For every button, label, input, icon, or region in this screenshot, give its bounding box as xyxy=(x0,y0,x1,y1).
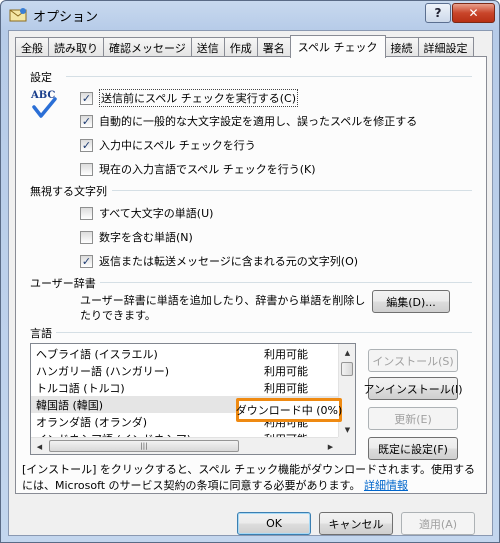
user-dictionary-divider xyxy=(100,282,472,283)
ignore-uppercase-label: すべて大文字の単語(U) xyxy=(99,207,214,220)
list-item[interactable]: トルコ語 (トルコ) 利用可能 xyxy=(31,379,339,396)
language-name: ヘブライ語 (イスラエル) xyxy=(36,347,158,361)
languages-group-label: 言語 xyxy=(30,327,52,340)
apply-button[interactable]: 適用(A) xyxy=(401,512,475,535)
ignore-divider xyxy=(112,190,472,191)
ignore-numbers-option[interactable]: 数字を含む単語(N) xyxy=(80,229,193,245)
scroll-down-icon[interactable]: ▼ xyxy=(339,421,355,438)
language-name: トルコ語 (トルコ) xyxy=(36,381,125,395)
tab-compose[interactable]: 作成 xyxy=(223,37,258,57)
horizontal-scroll-thumb[interactable]: ||| xyxy=(49,440,239,452)
tab-receipts[interactable]: 確認メッセージ xyxy=(103,37,192,57)
scroll-right-icon[interactable]: ▶ xyxy=(322,438,339,454)
scroll-up-icon[interactable]: ▲ xyxy=(339,344,355,361)
dialog-client: 全般 読み取り 確認メッセージ 送信 作成 署名 スペル チェック 接続 詳細設… xyxy=(8,30,493,536)
vertical-scrollbar[interactable]: ▲ ▼ xyxy=(338,344,355,438)
tab-connection[interactable]: 接続 xyxy=(384,37,419,57)
settings-group-label: 設定 xyxy=(30,71,52,84)
language-name: ハンガリー語 (ハンガリー) xyxy=(36,364,170,378)
language-name: オランダ語 (オランダ) xyxy=(36,415,148,429)
ok-button[interactable]: OK xyxy=(237,512,311,535)
window-title: オプション xyxy=(33,9,99,25)
ignore-uppercase-checkbox[interactable] xyxy=(80,206,93,220)
download-status-highlight: ダウンロード中 (0%) xyxy=(236,398,342,422)
title-bar: オプション ? ✕ xyxy=(1,1,499,29)
scrollbar-corner xyxy=(338,437,355,454)
language-status: 利用可能 xyxy=(264,381,308,395)
tab-spelling[interactable]: スペル チェック xyxy=(289,35,386,58)
uninstall-button[interactable]: アンインストール(I) xyxy=(363,377,463,400)
svg-text:ABC: ABC xyxy=(30,90,55,101)
ignore-group-label: 無視する文字列 xyxy=(30,185,107,198)
language-name: 韓国語 (韓国) xyxy=(36,398,104,412)
tab-signatures[interactable]: 署名 xyxy=(256,37,291,57)
scroll-left-icon[interactable]: ◀ xyxy=(31,438,48,454)
tab-advanced[interactable]: 詳細設定 xyxy=(417,37,474,57)
ignore-numbers-checkbox[interactable] xyxy=(80,230,93,244)
input-language-option[interactable]: 現在の入力言語でスペル チェックを行う(K) xyxy=(80,161,316,177)
install-button[interactable]: インストール(S) xyxy=(368,349,458,372)
horizontal-scrollbar[interactable]: ◀ ||| ▶ xyxy=(31,437,339,454)
user-dictionary-group-label: ユーザー辞書 xyxy=(30,277,96,290)
set-default-button[interactable]: 既定に設定(F) xyxy=(368,437,458,460)
check-while-typing-label: 入力中にスペル チェックを行う xyxy=(99,139,256,152)
tab-strip: 全般 読み取り 確認メッセージ 送信 作成 署名 スペル チェック 接続 詳細設… xyxy=(15,35,474,58)
update-button[interactable]: 更新(E) xyxy=(368,407,458,430)
ignore-original-text-option[interactable]: ✓ 返信または転送メッセージに含まれる元の文字列(O) xyxy=(80,253,358,269)
options-dialog: オプション ? ✕ 全般 読み取り 確認メッセージ 送信 作成 署名 スペル チ… xyxy=(0,0,500,543)
tab-general[interactable]: 全般 xyxy=(15,37,49,57)
spelling-tab-panel: 設定 ABC ✓ 送信前にスペル チェックを実行する(C) ✓ 自動的に一般的な… xyxy=(15,56,487,494)
tab-send[interactable]: 送信 xyxy=(190,37,225,57)
check-before-send-option[interactable]: ✓ 送信前にスペル チェックを実行する(C) xyxy=(80,89,298,107)
envelope-icon xyxy=(9,8,27,22)
input-language-checkbox[interactable] xyxy=(80,162,93,176)
vertical-scroll-thumb[interactable] xyxy=(341,362,353,376)
input-language-label: 現在の入力言語でスペル チェックを行う(K) xyxy=(99,163,316,176)
check-while-typing-option[interactable]: ✓ 入力中にスペル チェックを行う xyxy=(80,137,256,153)
tab-read[interactable]: 読み取り xyxy=(48,37,104,57)
install-notice: [インストール] をクリックすると、スペル チェック機能がダウンロードされます。… xyxy=(22,462,480,494)
ignore-numbers-label: 数字を含む単語(N) xyxy=(99,231,193,244)
help-button[interactable]: ? xyxy=(425,3,451,23)
more-info-link[interactable]: 詳細情報 xyxy=(364,479,408,492)
list-item[interactable]: ヘブライ語 (イスラエル) 利用可能 xyxy=(31,345,339,362)
ignore-uppercase-option[interactable]: すべて大文字の単語(U) xyxy=(80,205,213,221)
auto-correct-label: 自動的に一般的な大文字設定を適用し、誤ったスペルを修正する xyxy=(99,115,418,128)
abc-spellcheck-icon: ABC xyxy=(30,90,57,118)
ignore-original-text-checkbox[interactable]: ✓ xyxy=(80,254,93,268)
language-status: 利用可能 xyxy=(264,364,308,378)
list-item[interactable]: ハンガリー語 (ハンガリー) 利用可能 xyxy=(31,362,339,379)
auto-correct-checkbox[interactable]: ✓ xyxy=(80,114,93,128)
check-while-typing-checkbox[interactable]: ✓ xyxy=(80,138,93,152)
user-dictionary-description: ユーザー辞書に単語を追加したり、辞書から単語を削除したりできます。 xyxy=(80,294,366,322)
language-status: 利用可能 xyxy=(264,347,308,361)
check-before-send-label: 送信前にスペル チェックを実行する(C) xyxy=(99,89,298,107)
close-button[interactable]: ✕ xyxy=(452,3,495,23)
cancel-button[interactable]: キャンセル xyxy=(319,512,393,535)
ignore-original-text-label: 返信または転送メッセージに含まれる元の文字列(O) xyxy=(99,255,359,268)
auto-correct-option[interactable]: ✓ 自動的に一般的な大文字設定を適用し、誤ったスペルを修正する xyxy=(80,113,417,129)
check-before-send-checkbox[interactable]: ✓ xyxy=(80,91,93,105)
edit-dictionary-button[interactable]: 編集(D)... xyxy=(372,290,450,313)
languages-divider xyxy=(56,332,472,333)
settings-divider xyxy=(66,76,472,77)
